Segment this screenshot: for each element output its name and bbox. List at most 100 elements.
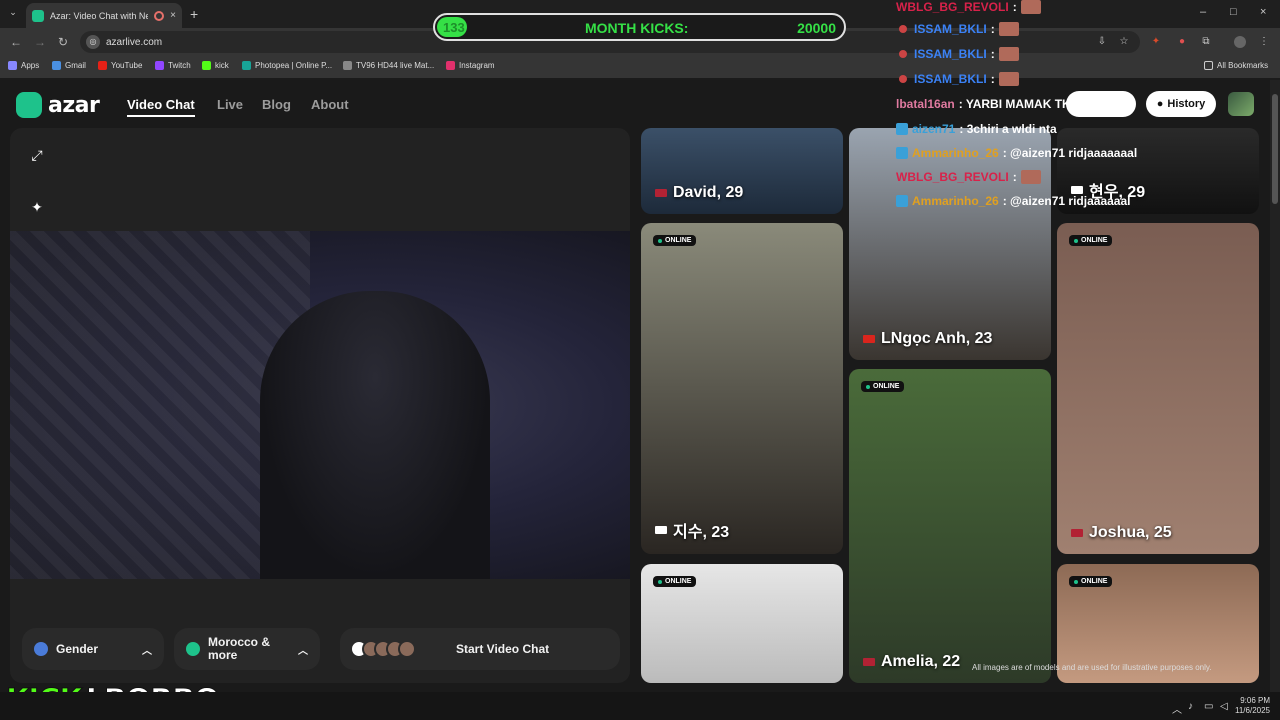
- badge-icon: [899, 75, 907, 83]
- profile-card[interactable]: LNgọc Anh, 23: [849, 128, 1051, 360]
- bookmark-apps[interactable]: Apps: [8, 61, 39, 70]
- scroll-thumb[interactable]: [1272, 94, 1278, 204]
- tab-search-icon[interactable]: ⌄: [6, 7, 20, 21]
- windows-taskbar: ︿ ♪ ▭ ◁ 9:06 PM 11/6/2025: [0, 692, 1280, 720]
- emote-icon: [998, 22, 1019, 36]
- back-icon[interactable]: ←: [10, 35, 22, 49]
- subscriber-badge-icon: [896, 147, 908, 159]
- chat-text: : YARBI MAMAK TKHSHA LIK: [958, 97, 1127, 111]
- globe-icon: [186, 642, 200, 656]
- chat-username: lbatal16an: [896, 97, 955, 111]
- country-flag-icon: [863, 335, 875, 343]
- user-avatar[interactable]: [1228, 92, 1254, 116]
- chat-text: : 3chiri a wldi nta: [959, 122, 1057, 136]
- nav-live[interactable]: Live: [217, 97, 243, 112]
- network-icon[interactable]: ▭: [1204, 701, 1213, 712]
- forward-icon[interactable]: →: [34, 35, 46, 49]
- bookmark-tv96[interactable]: TV96 HD44 live Mat...: [343, 61, 434, 70]
- chat-message: ISSAM_BKLI:: [896, 22, 1019, 36]
- profile-card[interactable]: ONLINE 지수, 23: [641, 223, 843, 554]
- profile-avatar-icon[interactable]: [1234, 36, 1246, 48]
- site-info-icon[interactable]: ◎: [86, 35, 100, 49]
- youtube-icon: [98, 61, 107, 70]
- nav-video-chat[interactable]: Video Chat: [127, 97, 195, 117]
- bookmark-gmail[interactable]: Gmail: [52, 61, 86, 70]
- profile-name: Joshua, 25: [1071, 524, 1172, 542]
- profile-card[interactable]: ONLINE: [641, 564, 843, 683]
- avatar: [398, 640, 416, 658]
- chat-username: WBLG_BG_REVOLI: [896, 0, 1009, 14]
- online-dot-icon: [866, 384, 870, 389]
- expand-icon[interactable]: ⤢: [24, 142, 50, 168]
- effects-sparkle-icon[interactable]: ✦: [24, 194, 50, 220]
- azar-logo-icon: [16, 92, 42, 118]
- extension-maple-icon[interactable]: ✦: [1150, 36, 1162, 48]
- nav-blog[interactable]: Blog: [262, 97, 291, 112]
- badge-icon: [899, 50, 907, 58]
- extensions-puzzle-icon[interactable]: ⧉: [1200, 36, 1212, 48]
- profile-card[interactable]: ONLINE Joshua, 25: [1057, 223, 1259, 554]
- country-flag-icon: [863, 658, 875, 666]
- chat-text: : @aizen71 ridjaaaaaal: [1002, 194, 1131, 208]
- chevron-up-icon: ︿: [298, 645, 308, 657]
- page-scrollbar[interactable]: [1270, 80, 1280, 692]
- profile-name: 지수, 23: [655, 518, 729, 542]
- minimize-icon[interactable]: –: [1200, 6, 1206, 18]
- browser-tab[interactable]: Azar: Video Chat with New ×: [26, 3, 182, 28]
- system-clock[interactable]: 9:06 PM 11/6/2025: [1235, 696, 1270, 716]
- subscriber-badge-icon: [896, 123, 908, 135]
- azar-page: azar Video Chat Live Blog About ● Histor…: [0, 80, 1270, 692]
- start-video-chat-button[interactable]: Start Video Chat: [340, 628, 620, 670]
- browser-menu-icon[interactable]: ⋮: [1258, 36, 1270, 48]
- tray-chevron-icon[interactable]: ︿: [1172, 701, 1182, 716]
- disclaimer-text: All images are of models and are used fo…: [972, 663, 1212, 672]
- chat-username: ISSAM_BKLI: [914, 72, 987, 86]
- country-flag-icon: [655, 189, 667, 197]
- bookmark-instagram[interactable]: Instagram: [446, 61, 495, 70]
- chat-username: ISSAM_BKLI: [914, 22, 987, 36]
- history-button[interactable]: ● History: [1146, 91, 1216, 117]
- chat-message: WBLG_BG_REVOLI:: [896, 170, 1041, 184]
- country-flag-icon: [1071, 529, 1083, 537]
- region-filter-button[interactable]: Morocco & more ︿: [174, 628, 320, 670]
- photopea-icon: [242, 61, 251, 70]
- chat-message: WBLG_BG_REVOLI:: [896, 0, 1041, 14]
- bookmark-kick[interactable]: kick: [202, 61, 229, 70]
- instagram-icon: [446, 61, 455, 70]
- chat-message: Ammarinho_26: @aizen71 ridjaaaaaaal: [896, 146, 1137, 160]
- chat-text: :: [990, 72, 995, 86]
- reload-icon[interactable]: ↻: [58, 35, 68, 49]
- all-bookmarks[interactable]: All Bookmarks: [1204, 61, 1268, 70]
- bookmark-star-icon[interactable]: ☆: [1118, 36, 1130, 48]
- bookmark-photopea[interactable]: Photopea | Online P...: [242, 61, 332, 70]
- emote-icon: [1020, 170, 1041, 184]
- volume-icon[interactable]: ◁: [1220, 701, 1228, 712]
- emote-icon: [1020, 0, 1041, 14]
- bookmark-twitch[interactable]: Twitch: [155, 61, 191, 70]
- azar-logo[interactable]: azar: [16, 92, 100, 118]
- online-dot-icon: [658, 238, 662, 243]
- profile-card[interactable]: ONLINE Amelia, 22: [849, 369, 1051, 683]
- chat-text: :: [990, 47, 995, 61]
- gender-filter-button[interactable]: Gender ︿: [22, 628, 164, 670]
- emote-icon: [998, 72, 1019, 86]
- install-app-icon[interactable]: ⇩: [1096, 36, 1108, 48]
- twitch-icon: [155, 61, 164, 70]
- chat-text: :: [990, 22, 995, 36]
- chat-text: :: [1012, 0, 1017, 14]
- extension-badge-icon[interactable]: ●: [1176, 36, 1188, 48]
- restore-icon[interactable]: □: [1230, 6, 1237, 18]
- chat-message: Ammarinho_26: @aizen71 ridjaaaaaal: [896, 194, 1130, 208]
- bookmark-youtube[interactable]: YouTube: [98, 61, 142, 70]
- month-kicks-goal-bar: 133 MONTH KICKS: 20000: [433, 13, 846, 41]
- tv96-icon: [343, 61, 352, 70]
- webcam-video: [10, 231, 630, 579]
- close-window-icon[interactable]: ×: [1260, 6, 1266, 18]
- microphone-icon[interactable]: ♪: [1188, 701, 1193, 712]
- tab-close-icon[interactable]: ×: [170, 10, 176, 21]
- chat-text: : @aizen71 ridjaaaaaaal: [1002, 146, 1138, 160]
- chat-username: aizen71: [912, 122, 956, 136]
- nav-about[interactable]: About: [311, 97, 349, 112]
- profile-card[interactable]: David, 29: [641, 128, 843, 214]
- new-tab-button[interactable]: +: [190, 6, 198, 22]
